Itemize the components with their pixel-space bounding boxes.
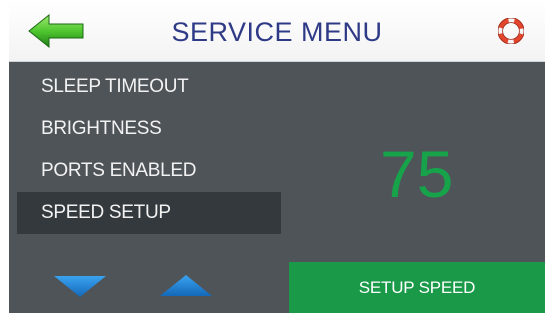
scroll-down-button[interactable] (53, 274, 107, 298)
menu-item-sleep-timeout[interactable]: SLEEP TIMEOUT (17, 66, 281, 108)
setup-speed-button[interactable]: SETUP SPEED (289, 262, 545, 313)
menu-item-speed-setup[interactable]: SPEED SETUP (17, 192, 281, 234)
header-bar: SERVICE MENU (9, 0, 545, 62)
help-button[interactable] (497, 17, 525, 45)
down-triangle-icon (54, 276, 106, 297)
menu-list: SLEEP TIMEOUT BRIGHTNESS PORTS ENABLED S… (17, 66, 281, 234)
service-menu-screen: SERVICE MENU SLEEP TIMEOUT BRIGHTNESS PO… (9, 0, 545, 313)
current-value-display: 75 (380, 137, 454, 211)
menu-item-brightness[interactable]: BRIGHTNESS (17, 108, 281, 150)
scroll-up-button[interactable] (159, 274, 213, 298)
page-title: SERVICE MENU (171, 17, 383, 47)
up-triangle-icon (160, 275, 212, 296)
life-ring-icon (497, 17, 525, 45)
menu-item-ports-enabled[interactable]: PORTS ENABLED (17, 150, 281, 192)
